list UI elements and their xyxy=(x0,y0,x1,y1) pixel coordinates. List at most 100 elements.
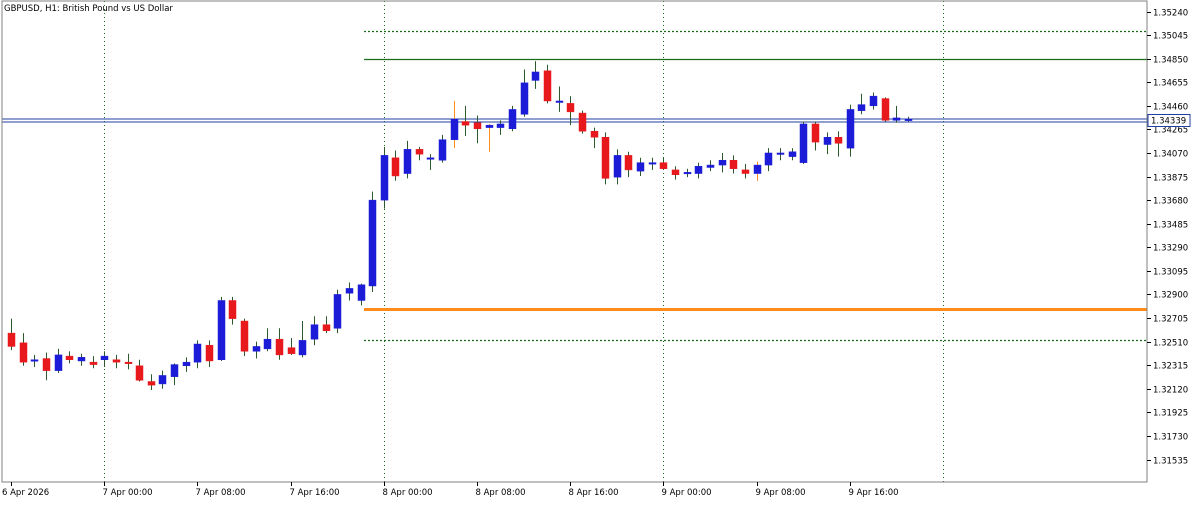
candle-body-bull xyxy=(357,284,366,301)
candle-body-bear xyxy=(729,159,738,169)
candle-body-bear xyxy=(275,338,284,356)
candle-body-bull xyxy=(904,118,913,121)
candle-body-bear xyxy=(147,381,156,386)
candle-body-bull xyxy=(77,357,86,362)
candle-body-bear xyxy=(19,342,28,363)
candle-body-bear xyxy=(322,324,331,331)
candle-body-bull xyxy=(182,361,191,367)
candle-body-bear xyxy=(415,149,424,155)
chart-window[interactable]: 1.35240 1.35045 1.34850 1.34655 1.34460 1.342… xyxy=(0,0,1200,501)
candle-body-bull xyxy=(613,155,622,178)
x-tick-label: 7 Apr 16:00 xyxy=(290,488,340,498)
candle-body-bull xyxy=(380,155,389,201)
candle-body-bull xyxy=(718,159,727,166)
y-tick-label: 1.33875 xyxy=(1153,174,1188,184)
candle-body-bull xyxy=(683,172,692,175)
y-tick-label: 1.32705 xyxy=(1153,315,1188,325)
candle-body-bear xyxy=(89,361,98,365)
candle-body-bear xyxy=(601,137,610,179)
candle-body-bear xyxy=(391,157,400,177)
x-tick-label: 7 Apr 00:00 xyxy=(103,488,153,498)
candle xyxy=(508,105,517,132)
y-tick-label: 1.32510 xyxy=(1153,339,1188,349)
candle-body-bull xyxy=(403,149,412,174)
candle-body-bull xyxy=(345,288,354,294)
chart-title: GBPUSD, H1: British Pound vs US Dollar xyxy=(4,4,173,14)
y-tick-label: 1.33485 xyxy=(1153,221,1188,231)
x-tick-label: 8 Apr 00:00 xyxy=(383,488,433,498)
candle-body-bull xyxy=(496,123,505,128)
candle-body-bear xyxy=(566,103,575,113)
candle xyxy=(380,146,389,209)
candle-body-bear xyxy=(834,137,843,144)
candle-body-bull xyxy=(508,109,517,130)
candle-body-bull xyxy=(764,152,773,166)
candle xyxy=(368,191,377,293)
candle xyxy=(799,121,808,164)
candle xyxy=(240,318,249,357)
candle-body-bull xyxy=(263,338,272,350)
candle-body-bear xyxy=(65,355,74,360)
x-tick-label: 6 Apr 2026 xyxy=(2,488,49,498)
chart-background xyxy=(0,0,1200,501)
candle-body-bear xyxy=(473,122,482,130)
candle xyxy=(217,296,226,361)
candle-body-bull xyxy=(252,346,261,352)
x-tick-label: 9 Apr 00:00 xyxy=(662,488,712,498)
candle-body-bull xyxy=(636,162,645,172)
candle-body-bull xyxy=(694,166,703,174)
y-tick-label: 1.34070 xyxy=(1153,150,1188,160)
candle-body-bull xyxy=(857,104,866,111)
candle-body-bull xyxy=(753,164,762,174)
candle-body-bull xyxy=(170,364,179,377)
price-chart[interactable]: 1.352401.350451.348501.346551.344601.342… xyxy=(0,0,1200,501)
y-tick-label: 1.31535 xyxy=(1153,457,1188,467)
candle-body-bull xyxy=(333,294,342,329)
y-tick-label: 1.35240 xyxy=(1153,9,1188,19)
candle-body-bear xyxy=(624,155,633,171)
candle-body-bull xyxy=(438,139,447,161)
candle-body-bear xyxy=(7,332,16,347)
candle-body-bear xyxy=(124,361,133,364)
candle-body-bull xyxy=(892,117,901,121)
candle-body-bull xyxy=(788,151,797,157)
candle-body-bull xyxy=(193,343,202,363)
candle-body-bull xyxy=(823,137,832,145)
candle-body-bear xyxy=(578,112,587,132)
candle-body-bull xyxy=(54,354,63,371)
candle-body-bear xyxy=(811,123,820,143)
y-tick-label: 1.33680 xyxy=(1153,197,1188,207)
candle-body-bear xyxy=(135,365,144,381)
candle-body-bull xyxy=(217,300,226,360)
candle-body-bear xyxy=(590,130,599,138)
x-tick-label: 9 Apr 16:00 xyxy=(849,488,899,498)
candle-body-bull xyxy=(426,157,435,160)
y-tick-label: 1.34460 xyxy=(1153,103,1188,113)
x-tick-label: 8 Apr 16:00 xyxy=(569,488,619,498)
candle xyxy=(543,64,552,104)
candle xyxy=(333,289,342,334)
x-tick-label: 8 Apr 08:00 xyxy=(476,488,526,498)
candle-body-bull xyxy=(776,152,785,155)
candle xyxy=(578,110,587,134)
candle-body-bear xyxy=(240,320,249,352)
y-tick-label: 1.33095 xyxy=(1153,268,1188,278)
candle-body-bull xyxy=(531,71,540,81)
candle xyxy=(881,97,890,122)
candle-body-bull xyxy=(706,164,715,168)
x-tick-label: 9 Apr 08:00 xyxy=(756,488,806,498)
y-tick-label: 1.32315 xyxy=(1153,362,1188,372)
candle-body-bull xyxy=(485,124,494,128)
candle-body-bear xyxy=(881,98,890,121)
candle-body-bear xyxy=(42,358,51,371)
y-tick-label: 1.33290 xyxy=(1153,244,1188,254)
y-tick-label: 1.35045 xyxy=(1153,32,1188,42)
candle-body-bull xyxy=(648,162,657,165)
candle-body-bull xyxy=(555,100,564,103)
x-tick-label: 7 Apr 08:00 xyxy=(196,488,246,498)
y-tick-label: 1.31730 xyxy=(1153,433,1188,443)
candle-body-bear xyxy=(543,70,552,102)
candle-body-bull xyxy=(450,118,459,140)
candle-body-bear xyxy=(461,121,470,126)
candle-body-bull xyxy=(846,109,855,149)
